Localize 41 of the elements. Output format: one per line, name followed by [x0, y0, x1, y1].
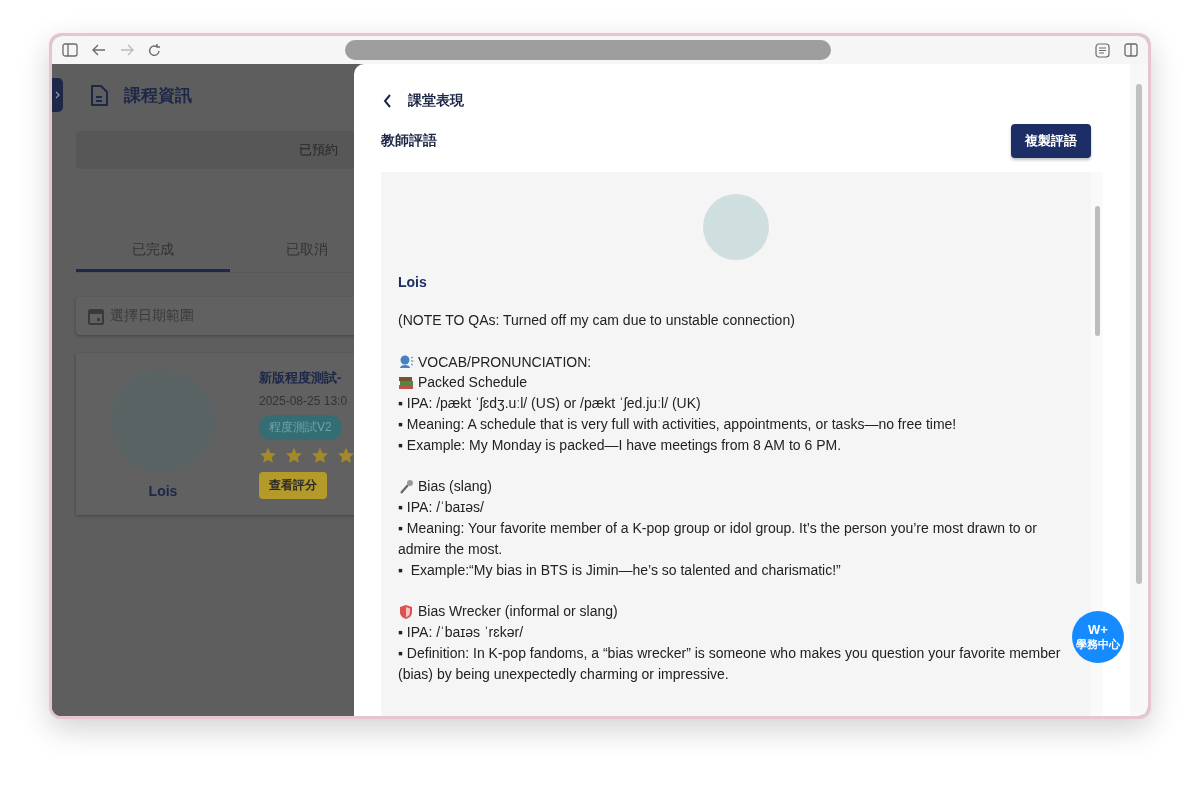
back-icon[interactable]: [92, 44, 106, 56]
books-icon: [398, 374, 414, 391]
section-title: 教師評語: [381, 132, 437, 150]
comment-line: ▪ Meaning: A schedule that is very full with activities, appointments, or tasks—no free time!: [398, 415, 958, 434]
chevron-icon: [54, 91, 61, 99]
comment-line: ▪ Meaning: Your favorite member of a K-pop group or idol group. It’s the person you’re most drawn to or admire the most.: [398, 518, 1038, 559]
reload-icon[interactable]: [148, 43, 161, 57]
drawer-title: 課堂表現: [408, 92, 464, 110]
comment-line: ▪ Example:“My bias in BTS is Jimin—he’s so talented and charismatic!”: [398, 560, 842, 580]
copy-comment-button[interactable]: 複製評語: [1011, 124, 1091, 158]
reader-icon[interactable]: [1095, 42, 1110, 58]
sidebar-toggle[interactable]: [52, 78, 63, 112]
teacher-name: Lois: [148, 483, 178, 499]
star-icon: [311, 447, 329, 464]
comment-line: ▪ IPA: /ˈbaɪəs/: [398, 498, 485, 518]
star-icon: [337, 447, 354, 464]
comment-heading: Bias (slang): [418, 477, 492, 497]
speaking-head-icon: [398, 354, 414, 370]
microphone-icon: [398, 478, 414, 495]
comment-line: (NOTE TO QAs: Turned off my cam due to unstable connection): [398, 311, 796, 330]
scrollbar-thumb[interactable]: [1136, 84, 1142, 584]
comment-heading: Packed Schedule: [418, 373, 527, 393]
document-icon: [90, 84, 108, 107]
teacher-name: Lois: [398, 274, 428, 290]
page-title: 課程資訊: [124, 85, 192, 107]
star-icon: [285, 447, 303, 464]
split-view-icon[interactable]: [1124, 43, 1138, 57]
comment-line: ▪ IPA: /ˈbaɪəs ˈrɛkər/: [398, 622, 525, 642]
comment-line: ▪ Definition: In K-pop fandoms, a “bias wrecker” is someone who makes you question your favorite member (bias) by being unexpectedly charming or impressive.: [398, 643, 1062, 684]
comment-line: ▪ IPA: /pækt ˈʃɛdʒ.uːl/ (US) or /pækt ˈʃed.juːl/ (UK): [398, 394, 702, 414]
calendar-icon: [88, 307, 104, 325]
view-rating-button[interactable]: 查看評分: [259, 472, 327, 499]
scrollbar-thumb[interactable]: [1094, 206, 1100, 336]
comment-heading: VOCAB/PRONUNCIATION:: [418, 352, 592, 372]
star-icon: [259, 447, 277, 464]
shield-icon: [398, 603, 414, 620]
comment-heading: Bias Wrecker (informal or slang): [418, 602, 618, 622]
back-button[interactable]: [381, 92, 394, 110]
comment-line: ▪ Example: My Monday is packed—I have meetings from 8 AM to 6 PM.: [398, 435, 843, 455]
sidebar-icon[interactable]: [62, 43, 78, 57]
lesson-title: 新版程度測試-: [259, 369, 343, 387]
